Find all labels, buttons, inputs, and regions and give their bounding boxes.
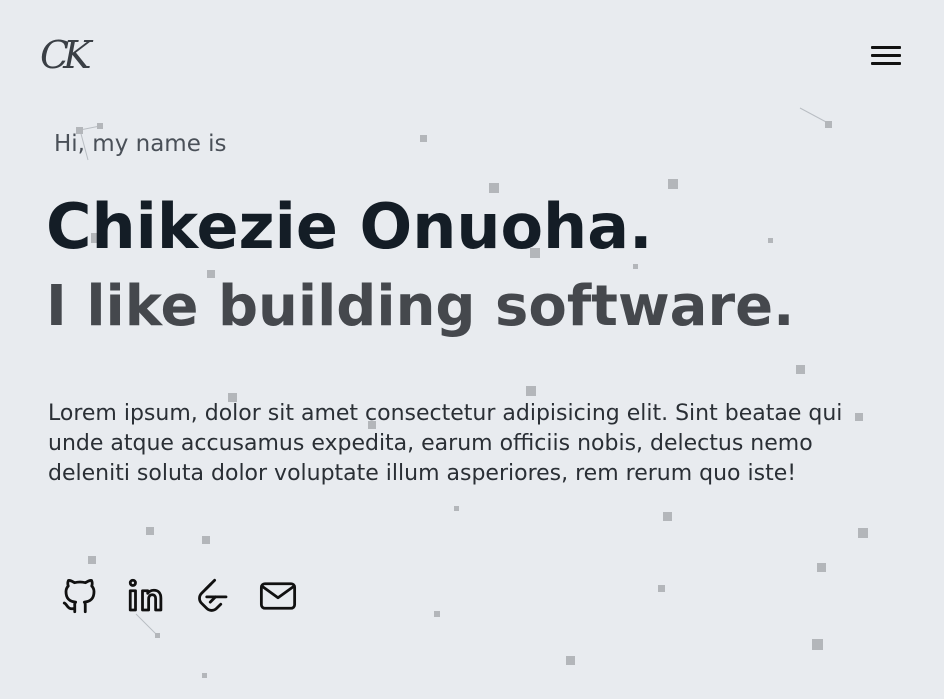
site-logo[interactable]: CK xyxy=(40,36,92,74)
hero-tagline: I like building software. xyxy=(46,274,795,339)
hamburger-menu-icon[interactable] xyxy=(868,42,904,70)
hero-greeting: Hi, my name is xyxy=(54,131,227,157)
email-link[interactable] xyxy=(254,574,302,618)
github-icon xyxy=(62,578,96,614)
leetcode-link[interactable] xyxy=(188,574,236,618)
email-icon xyxy=(259,582,297,610)
linkedin-icon xyxy=(128,578,163,612)
hero-bio: Lorem ipsum, dolor sit amet consectetur … xyxy=(48,401,843,486)
social-links xyxy=(56,574,302,618)
leetcode-icon xyxy=(198,578,228,612)
github-link[interactable] xyxy=(56,574,104,618)
hero-name: Chikezie Onuoha. xyxy=(46,190,653,263)
menu-bar-top xyxy=(871,46,901,49)
menu-bar-bottom xyxy=(871,62,901,65)
menu-bar-middle xyxy=(871,54,901,57)
linkedin-link[interactable] xyxy=(122,574,170,618)
